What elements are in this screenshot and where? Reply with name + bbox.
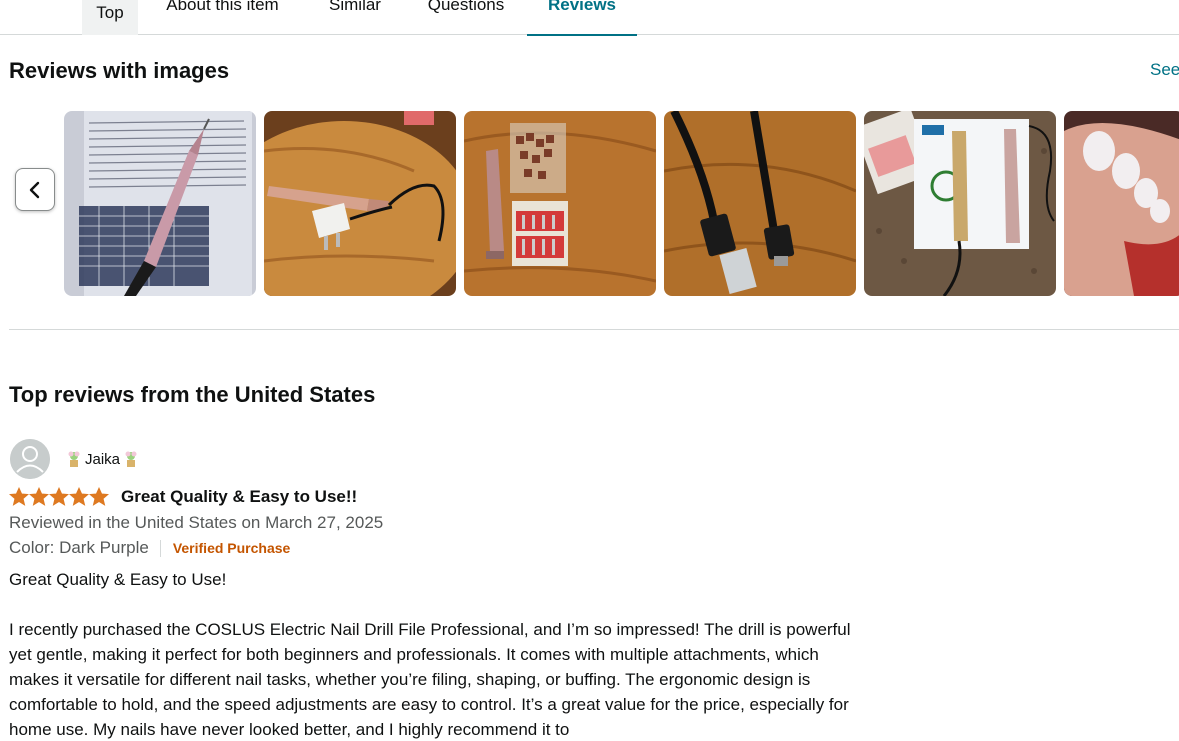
review-image-thumbnail[interactable] [664, 111, 856, 296]
user-icon [10, 439, 50, 479]
variant-label[interactable]: Color: Dark Purple [9, 538, 149, 558]
review-image-thumbnail[interactable] [1064, 111, 1179, 296]
star-icon [89, 487, 109, 506]
review-body-paragraph: I recently purchased the COSLUS Electric… [9, 620, 851, 739]
carousel-previous-button[interactable] [15, 168, 55, 211]
tab-questions[interactable]: Questions [414, 0, 518, 35]
tab-top[interactable]: Top [82, 0, 138, 35]
reviewer-name: Jaika [85, 450, 121, 468]
star-icon [9, 487, 29, 506]
review-meta: Color: Dark Purple Verified Purchase [9, 538, 290, 558]
verified-purchase-badge: Verified Purchase [172, 540, 291, 556]
review-image-thumbnail[interactable] [864, 111, 1056, 296]
top-reviews-heading: Top reviews from the United States [9, 382, 376, 407]
star-icon [29, 487, 49, 506]
tab-similar[interactable]: Similar [316, 0, 394, 35]
chevron-left-icon [29, 181, 40, 198]
see-all-images-link[interactable]: See [1150, 60, 1179, 80]
product-tab-nav: Top About this item Similar Questions Re… [0, 0, 1179, 36]
star-icon [49, 487, 69, 506]
section-divider [9, 329, 1179, 330]
review-image-thumbnail[interactable] [64, 111, 256, 296]
reviews-with-images-heading: Reviews with images [9, 58, 230, 83]
tab-about-this-item[interactable]: About this item [150, 0, 295, 35]
review-date: Reviewed in the United States on March 2… [9, 513, 384, 532]
reviewer-profile-link[interactable]: Jaika [66, 450, 139, 468]
flower-emoji-icon [68, 451, 80, 467]
review-image-thumbnail[interactable] [464, 111, 656, 296]
star-rating[interactable] [9, 487, 109, 507]
meta-separator [159, 539, 161, 557]
avatar [10, 439, 50, 479]
flower-emoji-icon [125, 451, 137, 467]
review-body-paragraph: Great Quality & Easy to Use! [9, 570, 227, 589]
review-body: Great Quality & Easy to Use! I recently … [9, 567, 869, 741]
star-icon [69, 487, 89, 506]
product-page: Top About this item Similar Questions Re… [0, 0, 1179, 741]
review-image-thumbnail[interactable] [264, 111, 456, 296]
tab-reviews[interactable]: Reviews [527, 0, 637, 36]
review-title[interactable]: Great Quality & Easy to Use!! [121, 487, 357, 507]
